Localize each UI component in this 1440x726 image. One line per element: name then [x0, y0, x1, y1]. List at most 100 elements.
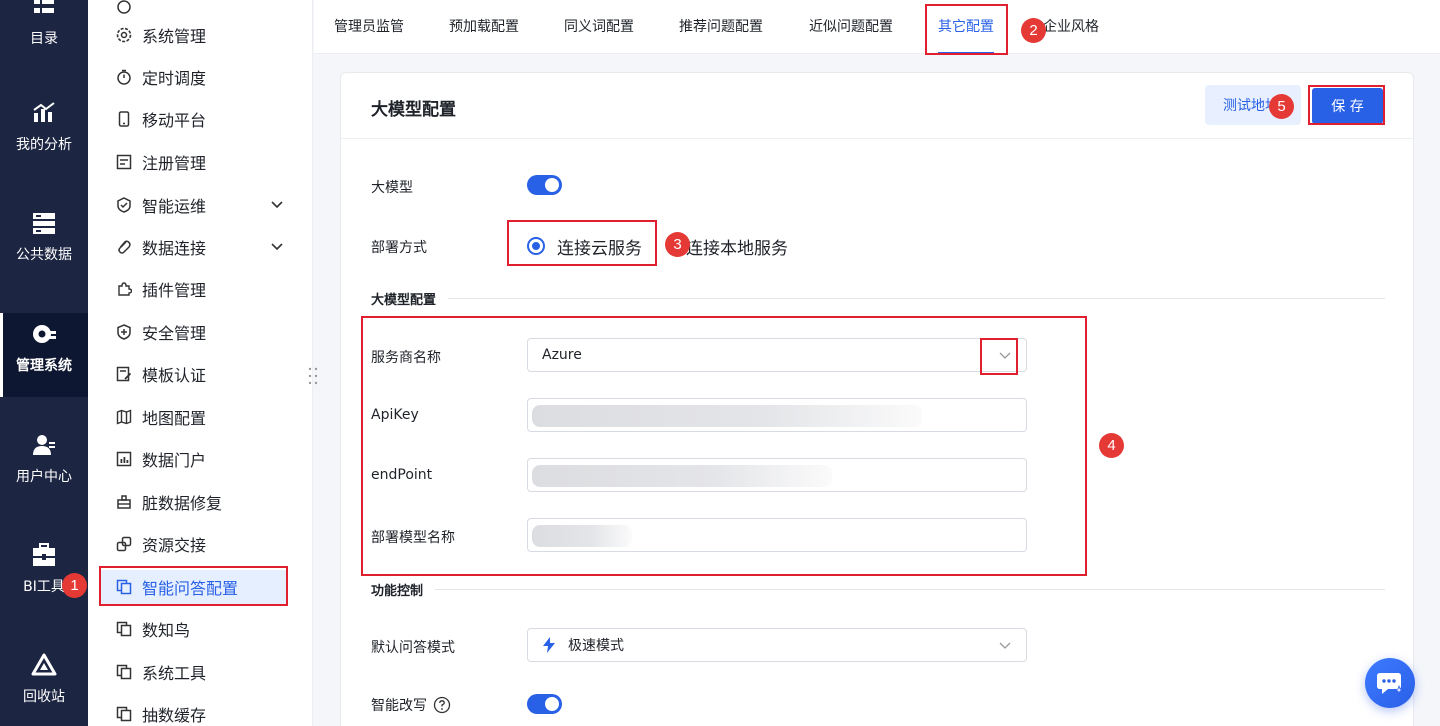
step-badge-4: 4	[1099, 433, 1124, 458]
highlight-box-save	[1308, 85, 1385, 125]
submenu-label: 智能运维	[142, 197, 207, 216]
tab-admin-monitor[interactable]: 管理员监管	[334, 0, 404, 54]
nav-item-public-data[interactable]: 公共数据	[0, 210, 88, 294]
nav-item-admin[interactable]: 管理系统	[0, 313, 88, 397]
shield-icon	[116, 324, 132, 340]
deploy-mode-label: 部署方式	[371, 240, 427, 256]
assistant-chat-button[interactable]	[1365, 658, 1415, 708]
submenu-item-mobile[interactable]: 移动平台	[100, 102, 288, 136]
resource-icon	[116, 536, 132, 552]
llm-toggle[interactable]	[527, 175, 562, 195]
submenu-item-system-tools[interactable]: 系统工具	[100, 655, 288, 689]
nav-label: 公共数据	[16, 247, 72, 263]
submenu-item-registration[interactable]: 注册管理	[100, 145, 288, 179]
submenu-item-map-config[interactable]: 地图配置	[100, 400, 288, 434]
tab-enterprise-style[interactable]: 企业风格	[1043, 0, 1099, 54]
submenu-label: 注册管理	[142, 154, 207, 173]
nav-label: 目录	[30, 31, 58, 47]
highlight-box-dropdown-arrow	[980, 338, 1018, 375]
highlight-box-deploy	[507, 220, 657, 266]
chevron-down-icon[interactable]	[270, 197, 284, 216]
register-icon	[116, 154, 132, 170]
submenu-label: 资源交接	[142, 536, 207, 555]
submenu-label: 系统管理	[142, 27, 207, 46]
step-badge-3: 3	[665, 232, 690, 257]
submenu-label: 安全管理	[142, 324, 207, 343]
highlight-box-other-tab	[925, 4, 1008, 55]
left-nav: 目录 我的分析 公共数据 管理系统 用户中心 BI工具 回收站	[0, 0, 88, 726]
template-icon	[116, 366, 132, 382]
submenu-label: 模板认证	[142, 366, 207, 385]
section-llm-config: 大模型配置	[371, 289, 1385, 308]
nav-item-recycle[interactable]: 回收站	[0, 652, 88, 726]
submenu-item-data-connection[interactable]: 数据连接	[100, 230, 288, 264]
submenu-label: 抽数缓存	[142, 706, 207, 725]
chevron-down-icon[interactable]	[270, 239, 284, 258]
gear-icon	[31, 321, 57, 347]
section-divider	[435, 589, 1385, 590]
tab-recommended-questions[interactable]: 推荐问题配置	[679, 0, 763, 54]
user-icon	[31, 432, 57, 458]
tab-preload-config[interactable]: 预加载配置	[449, 0, 519, 54]
toolbox-icon	[31, 542, 57, 568]
mobile-icon	[116, 111, 132, 127]
submenu-item-system-management[interactable]: 系统管理	[100, 18, 288, 52]
card-title: 大模型配置	[371, 100, 456, 120]
chevron-down-icon[interactable]	[998, 639, 1012, 657]
map-icon	[116, 409, 132, 425]
section-function-control: 功能控制	[371, 580, 1385, 599]
submenu-item-scheduler[interactable]: 定时调度	[100, 60, 288, 94]
copy-icon	[116, 706, 132, 722]
database-icon	[31, 210, 57, 236]
default-mode-select[interactable]: 极速模式	[527, 628, 1027, 662]
nav-item-analysis[interactable]: 我的分析	[0, 100, 88, 184]
nav-item-user-center[interactable]: 用户中心	[0, 432, 88, 516]
lightning-icon	[542, 637, 556, 653]
step-badge-5: 5	[1269, 94, 1294, 119]
catalog-icon	[31, 0, 57, 20]
smart-rewrite-text: 智能改写	[371, 698, 427, 714]
submenu-item-dirty-data-repair[interactable]: 脏数据修复	[100, 485, 288, 519]
submenu-item-template-auth[interactable]: 模板认证	[100, 357, 288, 391]
help-icon[interactable]	[433, 696, 451, 714]
submenu-item-extract-cache[interactable]: 抽数缓存	[100, 697, 288, 726]
repair-icon	[116, 494, 132, 510]
submenu-label: 定时调度	[142, 69, 207, 88]
tab-synonym-config[interactable]: 同义词配置	[564, 0, 634, 54]
nav-label: 管理系统	[16, 358, 72, 374]
smart-rewrite-toggle[interactable]	[527, 694, 562, 714]
highlight-box-llm-fields	[361, 316, 1087, 576]
nav-label: 用户中心	[16, 469, 72, 485]
highlight-box-smart-qa	[99, 566, 288, 606]
submenu-item-resource-handover[interactable]: 资源交接	[100, 527, 288, 561]
submenu-item-plugins[interactable]: 插件管理	[100, 272, 288, 306]
default-mode-value: 极速模式	[568, 638, 624, 654]
submenu-item-smart-ops[interactable]: 智能运维	[100, 188, 288, 222]
submenu-item-shuzhiniao[interactable]: 数知鸟	[100, 612, 288, 646]
plugin-icon	[116, 281, 132, 297]
config-tabs: 管理员监管 预加载配置 同义词配置 推荐问题配置 近似问题配置 其它配置 企业风…	[314, 0, 1440, 54]
deploy-local-label[interactable]: 连接本地服务	[686, 234, 788, 259]
submenu-item-security[interactable]: 安全管理	[100, 315, 288, 349]
recycle-icon	[31, 652, 57, 678]
settings-icon	[116, 27, 132, 43]
card-header: 大模型配置 测试地址 保 存	[341, 73, 1413, 139]
submenu-label: 数据连接	[142, 239, 207, 258]
portal-icon	[116, 451, 132, 467]
submenu-item-data-portal[interactable]: 数据门户	[100, 442, 288, 476]
nav-item-catalog[interactable]: 目录	[0, 0, 88, 60]
section-title-text: 大模型配置	[371, 293, 437, 308]
llm-toggle-label: 大模型	[371, 180, 413, 196]
link-icon	[116, 239, 132, 255]
admin-submenu: 系统管理 定时调度 移动平台 注册管理 智能运维 数据连接 插件管理 安全管理 …	[88, 0, 313, 726]
submenu-label: 数知鸟	[142, 621, 191, 640]
smart-rewrite-label: 智能改写	[371, 695, 451, 715]
section-title-text: 功能控制	[371, 584, 424, 599]
submenu-label: 移动平台	[142, 111, 207, 130]
tab-similar-questions[interactable]: 近似问题配置	[809, 0, 893, 54]
partial-icon	[116, 0, 132, 15]
resize-handle-icon[interactable]	[307, 366, 319, 386]
step-badge-2: 2	[1021, 18, 1046, 43]
analysis-icon	[31, 100, 57, 126]
copy-icon	[116, 664, 132, 680]
